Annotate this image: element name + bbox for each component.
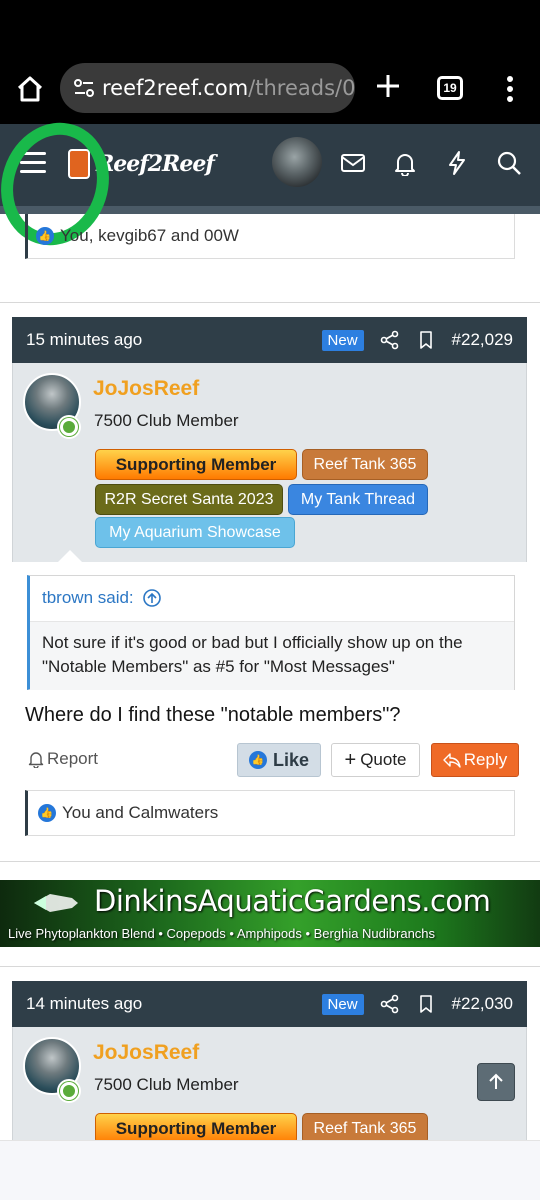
- post-header: 14 minutes ago New #22,030: [12, 981, 527, 1027]
- post-separator: [0, 861, 540, 862]
- home-icon[interactable]: [14, 73, 46, 105]
- alerts-bell-icon[interactable]: [392, 150, 418, 176]
- reaction-summary: You, kevgib67 and 00W: [60, 226, 239, 245]
- like-button[interactable]: 👍 Like: [237, 743, 321, 777]
- url-domain: reef2reef.com: [102, 76, 249, 100]
- bookmark-icon[interactable]: [416, 994, 436, 1014]
- badge-supporting-member: Supporting Member: [95, 449, 297, 480]
- quote-text: Not sure if it's good or bad but I offic…: [42, 631, 504, 679]
- like-thumb-icon: 👍: [248, 751, 267, 769]
- post-reactions[interactable]: 👍 You and Calmwaters: [25, 790, 515, 836]
- reaction-summary: You and Calmwaters: [62, 803, 219, 822]
- post-timestamp[interactable]: 15 minutes ago: [26, 330, 322, 350]
- new-badge: New: [321, 329, 364, 351]
- arrow-up-icon: [489, 1073, 503, 1089]
- post-separator: [0, 302, 540, 303]
- address-bar[interactable]: reef2reef.com/threads/00w: [60, 63, 355, 113]
- online-status-icon: [57, 1079, 81, 1103]
- logo-text: Reef2Reef: [96, 151, 215, 177]
- ad-subtitle: Live Phytoplankton Blend • Copepods • Am…: [8, 926, 436, 941]
- badge-reef-tank-365: Reef Tank 365: [302, 449, 428, 480]
- previous-post-reactions[interactable]: 👍 You, kevgib67 and 00W: [25, 214, 515, 259]
- url-path: /threads/00w: [248, 76, 355, 100]
- quote-line: "Notable Members" as #5 for "Most Messag…: [42, 657, 395, 676]
- report-label: Report: [47, 749, 99, 768]
- post-number[interactable]: #22,030: [452, 994, 513, 1014]
- inbox-icon[interactable]: [340, 150, 366, 176]
- report-bell-icon: [28, 752, 44, 768]
- badge-my-tank-thread: My Tank Thread: [288, 484, 428, 515]
- reply-arrow-icon: [443, 753, 461, 768]
- user-info-panel: JoJosReef 7500 Club Member Supporting Me…: [12, 363, 527, 562]
- like-reaction-icon: 👍: [36, 227, 54, 245]
- ad-title: DinkinsAquaticGardens.com: [94, 884, 491, 918]
- post-number[interactable]: #22,029: [452, 330, 513, 350]
- username[interactable]: JoJosReef: [93, 377, 199, 401]
- online-status-icon: [57, 415, 81, 439]
- quote-line: Not sure if it's good or bad but I offic…: [42, 633, 463, 652]
- quote-label: Quote: [360, 750, 407, 769]
- more-menu-icon[interactable]: [500, 74, 520, 104]
- quote-attribution[interactable]: tbrown said:: [42, 588, 162, 608]
- status-bar: [0, 0, 540, 56]
- new-tab-icon[interactable]: [374, 72, 402, 100]
- post-message: Where do I find these "notable members"?: [25, 704, 401, 726]
- scroll-to-top-button[interactable]: [477, 1063, 515, 1101]
- new-badge: New: [321, 993, 364, 1015]
- post-separator: [0, 966, 540, 967]
- quote-block: tbrown said: Not sure if it's good or ba…: [27, 575, 515, 690]
- bottom-system-bar: [0, 1140, 540, 1200]
- share-icon[interactable]: [380, 330, 400, 350]
- quote-button[interactable]: + Quote: [331, 743, 420, 777]
- badge-aquarium-showcase: My Aquarium Showcase: [95, 517, 295, 548]
- bookmark-icon[interactable]: [416, 330, 436, 350]
- jump-to-quote-icon[interactable]: [142, 588, 162, 608]
- reply-label: Reply: [463, 750, 508, 769]
- share-icon[interactable]: [380, 994, 400, 1014]
- site-settings-icon[interactable]: [72, 76, 96, 100]
- whats-new-bolt-icon[interactable]: [444, 150, 470, 176]
- reply-button[interactable]: Reply: [431, 743, 519, 777]
- account-avatar[interactable]: [272, 137, 322, 187]
- shrimp-logo-icon: [34, 894, 78, 912]
- badge-secret-santa: R2R Secret Santa 2023: [95, 484, 283, 515]
- user-info-panel: JoJosReef 7500 Club Member Supporting Me…: [12, 1027, 527, 1144]
- username[interactable]: JoJosReef: [93, 1041, 199, 1065]
- tab-switcher-button[interactable]: 19: [437, 76, 463, 100]
- user-title: 7500 Club Member: [94, 411, 239, 430]
- ad-banner[interactable]: DinkinsAquaticGardens.com Live Phytoplan…: [0, 880, 540, 947]
- user-title: 7500 Club Member: [94, 1075, 239, 1094]
- browser-toolbar: reef2reef.com/threads/00w 19: [0, 56, 540, 124]
- quote-divider: [30, 621, 514, 622]
- search-icon[interactable]: [496, 150, 522, 176]
- like-reaction-icon: 👍: [38, 804, 56, 822]
- panel-pointer: [58, 550, 82, 562]
- plus-icon: +: [344, 748, 357, 771]
- post-header: 15 minutes ago New #22,029: [12, 317, 527, 363]
- post-timestamp[interactable]: 14 minutes ago: [26, 994, 322, 1014]
- report-button[interactable]: Report: [28, 749, 98, 769]
- quote-author: tbrown said:: [42, 588, 134, 607]
- like-label: Like: [272, 749, 310, 770]
